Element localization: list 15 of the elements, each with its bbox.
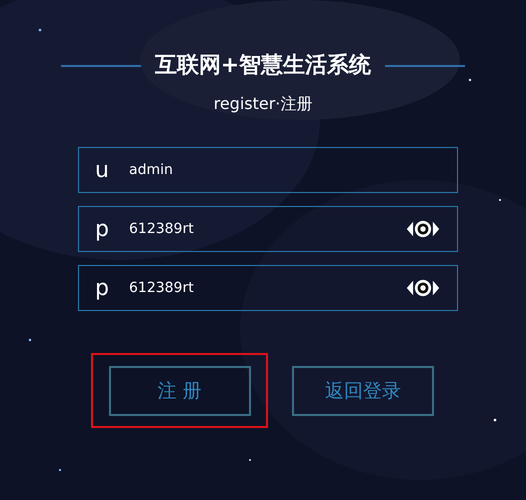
field-value: 612389rt — [129, 221, 195, 237]
action-button[interactable]: 注 册 — [108, 366, 250, 416]
input-field[interactable]: p 612389rt — [78, 265, 458, 311]
field-prefix: u — [95, 158, 110, 182]
eye-icon[interactable] — [405, 278, 441, 298]
field-prefix: p — [95, 276, 110, 300]
field-value: admin — [129, 162, 174, 178]
eye-icon[interactable] — [405, 219, 441, 239]
input-field[interactable]: u admin — [78, 147, 458, 193]
app-title: 互联网+智慧生活系统 — [154, 52, 372, 80]
field-prefix: p — [95, 216, 110, 242]
input-field[interactable]: p 612389rt — [78, 206, 458, 252]
field-value: 612389rt — [129, 280, 195, 296]
action-button[interactable]: 返回登录 — [292, 366, 434, 416]
page-subtitle: register·注册 — [212, 94, 314, 115]
